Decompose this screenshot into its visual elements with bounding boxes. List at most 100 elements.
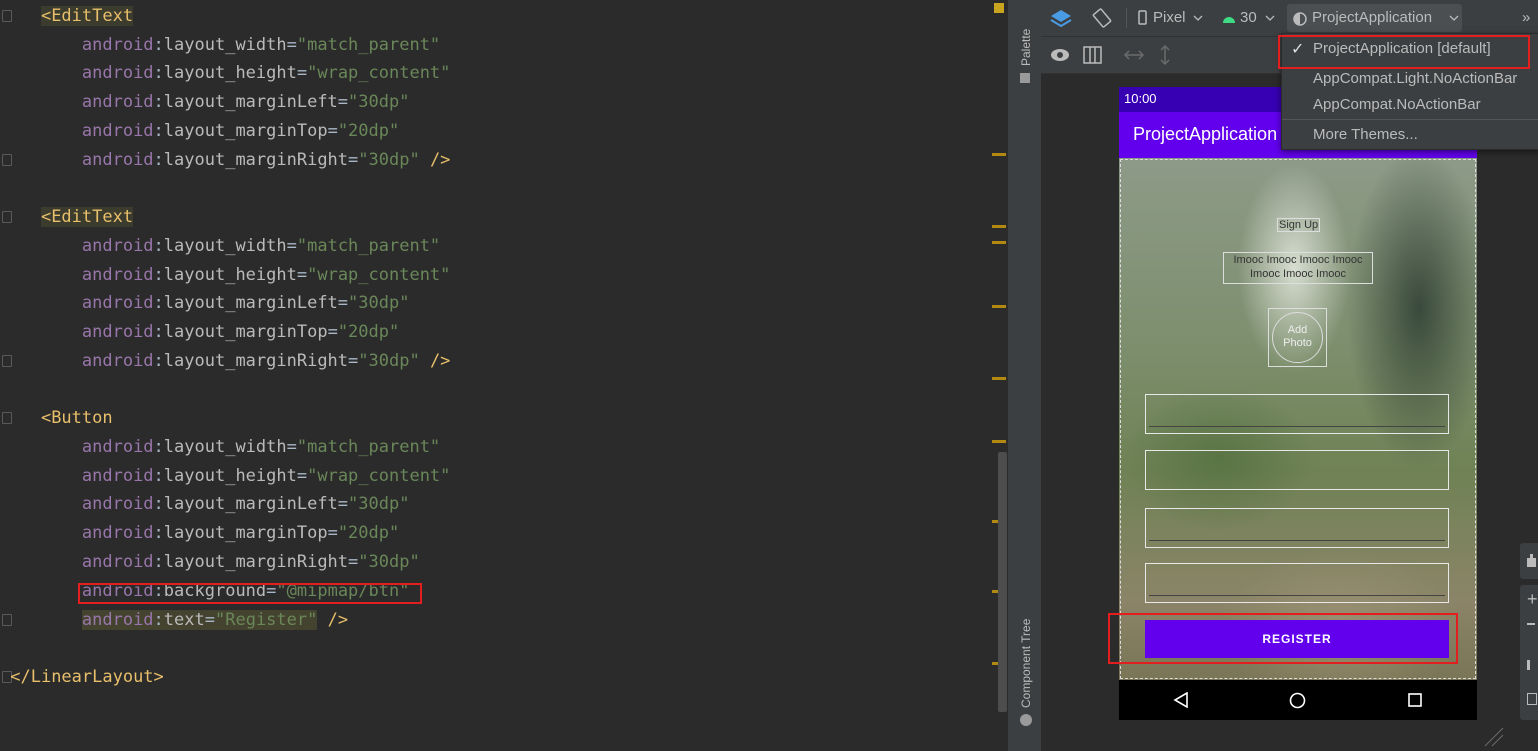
code-line[interactable]: android:text="Register" />: [0, 606, 348, 635]
stripe-mark[interactable]: [992, 377, 1006, 380]
code-line[interactable]: android:layout_height="wrap_content": [0, 462, 451, 491]
equals: =: [286, 236, 297, 256]
code-line[interactable]: android:layout_width="match_parent": [0, 433, 440, 462]
subtitle-text[interactable]: Imooc Imooc Imooc Imooc Imooc Imooc Imoo…: [1223, 252, 1373, 284]
attr-name: layout_marginLeft: [163, 494, 338, 514]
colon: :: [153, 351, 164, 371]
add-photo-button[interactable]: Add Photo: [1272, 312, 1323, 363]
stripe-mark[interactable]: [992, 241, 1006, 244]
theme-item-more-themes[interactable]: More Themes...: [1313, 126, 1418, 143]
recents-icon[interactable]: [1408, 693, 1422, 707]
chevron-down-icon: [1193, 15, 1203, 21]
code-line[interactable]: </LinearLayout>: [0, 663, 164, 692]
device-icon: [1138, 10, 1147, 25]
equals: =: [296, 265, 308, 285]
tag-close: />: [419, 351, 451, 371]
blueprint-toggle-icon[interactable]: [1083, 46, 1103, 64]
palette-tab[interactable]: Palette: [1019, 29, 1033, 66]
attr-name: layout_marginTop: [163, 121, 328, 141]
code-line[interactable]: android:layout_width="match_parent": [0, 232, 440, 261]
code-line[interactable]: <Button: [0, 404, 113, 433]
attr-namespace: android: [81, 523, 154, 543]
zoom-controls: +: [1520, 585, 1538, 720]
code-line[interactable]: android:layout_marginRight="30dp": [0, 548, 420, 577]
code-line[interactable]: android:layout_marginTop="20dp": [0, 117, 399, 146]
code-line[interactable]: android:layout_marginLeft="30dp": [0, 289, 410, 318]
attr-value: "20dp": [337, 121, 400, 141]
stripe-mark[interactable]: [992, 440, 1006, 443]
colon: :: [153, 150, 164, 170]
code-line[interactable]: android:layout_marginLeft="30dp": [0, 490, 410, 519]
home-icon[interactable]: [1289, 692, 1306, 709]
edit-text-field[interactable]: [1145, 450, 1449, 490]
tag-open: <Button: [40, 408, 113, 428]
attr-value: "30dp": [348, 92, 410, 112]
attr-value: "wrap_content": [307, 265, 451, 285]
android-icon: [1223, 17, 1235, 23]
tag-open: <EditText: [40, 207, 134, 227]
theme-selector[interactable]: ProjectApplication: [1312, 0, 1432, 36]
code-line[interactable]: android:layout_marginLeft="30dp": [0, 88, 410, 117]
zoom-out-icon[interactable]: [1527, 623, 1535, 625]
edit-text-field[interactable]: [1145, 563, 1449, 603]
rotate-orientation-icon[interactable]: [1091, 8, 1113, 28]
colon: :: [153, 121, 164, 141]
code-line[interactable]: android:layout_marginTop="20dp": [0, 519, 399, 548]
attr-value: "30dp": [358, 552, 420, 572]
menu-separator: [1282, 119, 1538, 120]
resize-handle-icon[interactable]: [1481, 724, 1505, 748]
attr-namespace: android: [81, 293, 154, 313]
equals: =: [327, 322, 338, 342]
eye-icon[interactable]: [1050, 46, 1072, 64]
layers-icon[interactable]: [1050, 8, 1072, 28]
stripe-mark[interactable]: [992, 225, 1006, 228]
globe-icon: [1020, 714, 1032, 726]
highlight-box-background-attr: [78, 583, 422, 604]
api-level-selector[interactable]: 30: [1240, 0, 1257, 36]
code-line[interactable]: android:layout_marginRight="30dp" />: [0, 347, 451, 376]
warning-indicator[interactable]: [994, 3, 1004, 13]
zoom-fit-icon[interactable]: [1527, 693, 1537, 705]
colon: :: [153, 322, 164, 342]
equals: =: [348, 552, 359, 572]
attr-name: layout_marginLeft: [163, 293, 338, 313]
colon: :: [153, 523, 164, 543]
equals: =: [204, 610, 215, 630]
code-editor[interactable]: <EditText android:layout_width="match_pa…: [0, 0, 1008, 751]
zoom-actual-icon[interactable]: [1527, 660, 1530, 670]
device-selector[interactable]: Pixel: [1153, 0, 1186, 36]
code-line[interactable]: android:layout_height="wrap_content": [0, 261, 451, 290]
attr-value: "20dp": [337, 523, 400, 543]
field-underline: [1149, 540, 1445, 541]
theme-item-appcompat-noactionbar[interactable]: AppCompat.NoActionBar: [1313, 96, 1481, 113]
stripe-mark[interactable]: [992, 305, 1006, 308]
code-line[interactable]: android:layout_width="match_parent": [0, 31, 440, 60]
field-underline: [1149, 426, 1445, 427]
code-line[interactable]: <EditText: [0, 203, 134, 232]
horizontal-resize-icon[interactable]: [1123, 47, 1145, 63]
edit-text-field[interactable]: [1145, 394, 1449, 434]
sign-up-label[interactable]: Sign Up: [1277, 218, 1321, 232]
attr-value: "wrap_content": [307, 466, 451, 486]
highlight-box-register: [1108, 613, 1458, 664]
component-tree-tab[interactable]: Component Tree: [1019, 619, 1033, 708]
stripe-mark[interactable]: [992, 153, 1006, 156]
zoom-in-icon[interactable]: +: [1527, 589, 1538, 610]
code-line[interactable]: android:layout_marginRight="30dp" />: [0, 146, 451, 175]
edit-text-field[interactable]: [1145, 508, 1449, 548]
hand-icon: [1527, 554, 1536, 567]
code-line[interactable]: android:layout_height="wrap_content": [0, 59, 451, 88]
code-line[interactable]: android:layout_marginTop="20dp": [0, 318, 399, 347]
attr-value: "wrap_content": [307, 63, 451, 83]
toolbar-overflow[interactable]: »: [1522, 0, 1530, 36]
theme-item-appcompat-light-noactionbar[interactable]: AppCompat.Light.NoActionBar: [1313, 70, 1517, 87]
code-line[interactable]: <EditText: [0, 2, 134, 31]
vertical-resize-icon[interactable]: [1158, 44, 1172, 66]
pan-tool[interactable]: [1520, 543, 1538, 579]
editor-scrollbar-thumb[interactable]: [998, 452, 1007, 712]
equals: =: [286, 437, 297, 457]
navigation-bar: [1119, 680, 1477, 720]
attr-namespace: android: [81, 610, 154, 630]
back-icon[interactable]: [1173, 692, 1189, 708]
add-photo-frame[interactable]: Add Photo: [1268, 308, 1327, 367]
